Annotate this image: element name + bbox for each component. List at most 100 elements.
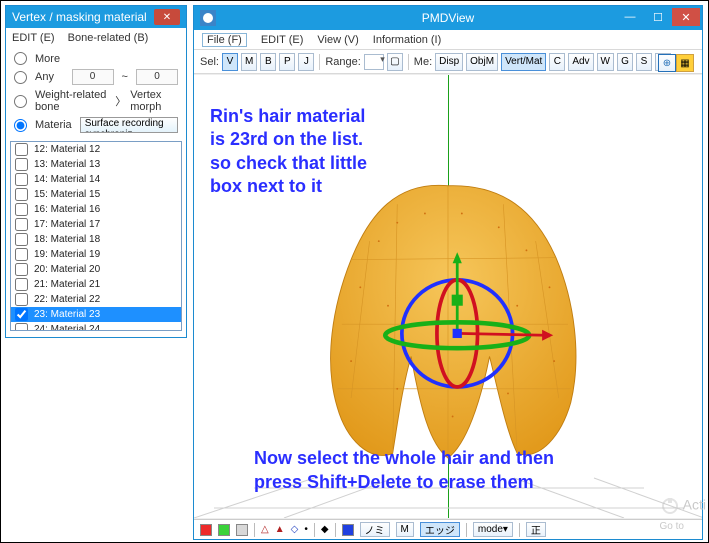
material-item[interactable]: 12: Material 12: [11, 142, 181, 157]
view-icon-2[interactable]: ▦: [676, 54, 694, 72]
sel-b-button[interactable]: B: [260, 53, 276, 71]
material-label: 22: Material 22: [34, 294, 100, 305]
swatch-red[interactable]: [200, 524, 212, 536]
menu-edit[interactable]: EDIT (E): [12, 32, 55, 44]
tri-outline-icon[interactable]: △: [261, 524, 269, 535]
radio-weight-bone[interactable]: [14, 95, 27, 108]
box-outline-icon[interactable]: ◇: [291, 524, 299, 535]
material-item[interactable]: 17: Material 17: [11, 217, 181, 232]
minimize-button[interactable]: —: [616, 8, 644, 26]
sb-mode-button[interactable]: mode ▾: [473, 522, 513, 537]
view-icon-1[interactable]: ⊕: [658, 54, 676, 72]
material-label: 16: Material 16: [34, 204, 100, 215]
surface-sync-button[interactable]: Surface recording synchroniz: [80, 117, 178, 133]
main-toolbar: Sel: V M B P J Range: ▢ Me: Disp ObjM Ve…: [194, 50, 702, 74]
filter-options: More Any 0 ~ 0 Weight-related bone 〉 Ver…: [6, 48, 186, 137]
swatch-gray[interactable]: [236, 524, 248, 536]
material-item[interactable]: 15: Material 15: [11, 187, 181, 202]
main-title-text: PMDView: [422, 11, 474, 25]
adv-button[interactable]: Adv: [568, 53, 593, 71]
sb-m-button[interactable]: M: [396, 522, 414, 537]
material-label: 20: Material 20: [34, 264, 100, 275]
label-weight-bone: Weight-related bone: [35, 89, 107, 113]
material-label: 13: Material 13: [34, 159, 100, 170]
menu-file[interactable]: File (F): [202, 33, 247, 47]
left-close-button[interactable]: ✕: [154, 9, 180, 25]
sel-label: Sel:: [200, 56, 219, 68]
range-label: Range:: [325, 56, 360, 68]
status-bar: △ ▲ ◇ • ◆ ノミ M エッジ mode ▾ 正: [194, 519, 702, 539]
swatch-blue[interactable]: [342, 524, 354, 536]
material-checkbox[interactable]: [15, 308, 28, 321]
material-checkbox[interactable]: [15, 278, 28, 291]
sel-p-button[interactable]: P: [279, 53, 295, 71]
app-icon: [198, 8, 218, 28]
radio-materia[interactable]: [14, 119, 27, 132]
label-more: More: [35, 53, 60, 65]
material-checkbox[interactable]: [15, 173, 28, 186]
disp-button[interactable]: Disp: [435, 53, 463, 71]
material-item[interactable]: 18: Material 18: [11, 232, 181, 247]
material-checkbox[interactable]: [15, 218, 28, 231]
menu-edit-main[interactable]: EDIT (E): [261, 34, 304, 46]
material-item[interactable]: 16: Material 16: [11, 202, 181, 217]
tri-fill-icon[interactable]: ▲: [275, 524, 285, 535]
sel-m-button[interactable]: M: [241, 53, 257, 71]
material-checkbox[interactable]: [15, 263, 28, 276]
radio-more[interactable]: [14, 52, 27, 65]
material-item[interactable]: 13: Material 13: [11, 157, 181, 172]
material-checkbox[interactable]: [15, 233, 28, 246]
material-checkbox[interactable]: [15, 323, 28, 331]
material-checkbox[interactable]: [15, 203, 28, 216]
w-button[interactable]: W: [597, 53, 614, 71]
c-button[interactable]: C: [549, 53, 565, 71]
viewport-3d[interactable]: Rin's hair material is 23rd on the list.…: [194, 74, 702, 519]
diamond-icon[interactable]: ◆: [321, 524, 329, 535]
sel-v-button[interactable]: V: [222, 53, 238, 71]
left-title-text: Vertex / masking material: [12, 10, 147, 24]
main-title-bar[interactable]: PMDView — ☐ ✕: [194, 6, 702, 30]
swatch-green[interactable]: [218, 524, 230, 536]
left-title-bar[interactable]: Vertex / masking material ✕: [6, 6, 186, 28]
range-dropdown[interactable]: [364, 54, 384, 70]
material-checkbox[interactable]: [15, 143, 28, 156]
material-checkbox[interactable]: [15, 158, 28, 171]
material-checkbox[interactable]: [15, 188, 28, 201]
vertmat-button[interactable]: Vert/Mat: [501, 53, 546, 71]
material-item[interactable]: 21: Material 21: [11, 277, 181, 292]
main-menu-bar: File (F) EDIT (E) View (V) Information (…: [194, 30, 702, 50]
range-box-button[interactable]: ▢: [387, 53, 403, 71]
material-label: 18: Material 18: [34, 234, 100, 245]
maximize-button[interactable]: ☐: [644, 8, 672, 26]
material-label: 14: Material 14: [34, 174, 100, 185]
range-min[interactable]: 0: [72, 69, 114, 85]
label-vertex-morph: Vertex morph: [130, 89, 178, 113]
sel-j-button[interactable]: J: [298, 53, 314, 71]
radio-any[interactable]: [14, 71, 27, 84]
menu-bone[interactable]: Bone-related (B): [68, 32, 149, 44]
material-item[interactable]: 19: Material 19: [11, 247, 181, 262]
material-checkbox[interactable]: [15, 248, 28, 261]
dot-icon[interactable]: •: [304, 524, 308, 535]
material-label: 12: Material 12: [34, 144, 100, 155]
material-checkbox[interactable]: [15, 293, 28, 306]
sb-edge-button[interactable]: エッジ: [420, 522, 460, 537]
material-item[interactable]: 24: Material 24: [11, 322, 181, 331]
main-close-button[interactable]: ✕: [672, 8, 700, 26]
material-item[interactable]: 14: Material 14: [11, 172, 181, 187]
menu-info[interactable]: Information (I): [373, 34, 441, 46]
range-max[interactable]: 0: [136, 69, 178, 85]
menu-view[interactable]: View (V): [317, 34, 358, 46]
objm-button[interactable]: ObjM: [466, 53, 498, 71]
material-label: 15: Material 15: [34, 189, 100, 200]
material-item[interactable]: 20: Material 20: [11, 262, 181, 277]
sb-nomi-button[interactable]: ノミ: [360, 522, 390, 537]
material-item[interactable]: 23: Material 23: [11, 307, 181, 322]
material-item[interactable]: 22: Material 22: [11, 292, 181, 307]
sb-sei-button[interactable]: 正: [526, 522, 546, 537]
vertex-mask-panel: Vertex / masking material ✕ EDIT (E) Bon…: [5, 5, 187, 338]
annotation-bottom: Now select the whole hair and then press…: [254, 447, 554, 494]
material-list[interactable]: 12: Material 12 13: Material 13 14: Materi…: [10, 141, 182, 331]
s-button[interactable]: S: [636, 53, 652, 71]
g-button[interactable]: G: [617, 53, 633, 71]
